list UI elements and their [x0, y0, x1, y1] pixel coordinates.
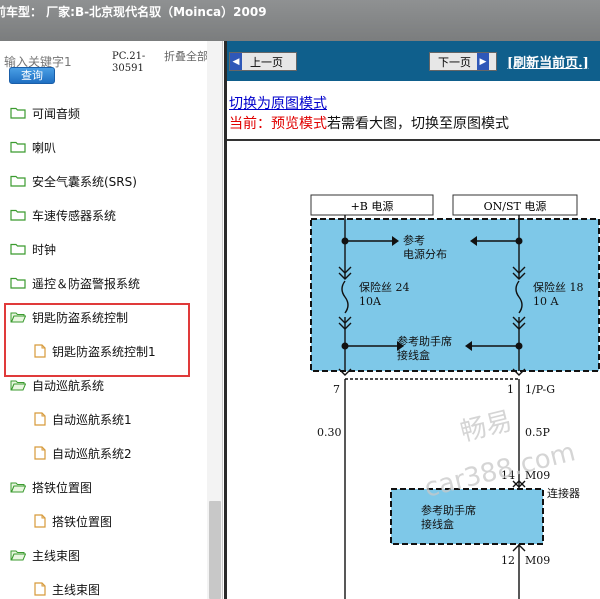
switch-original-mode-link[interactable]: 切换为原图模式 — [229, 93, 327, 113]
tree-item-label: 自动巡航系统2 — [52, 446, 132, 461]
tree-item-label: 主线束图 — [32, 548, 81, 563]
tree-folder-item[interactable]: 遥控＆防盗警报系统 — [10, 271, 140, 295]
folder-icon — [10, 107, 26, 119]
tree-item-label: 搭铁位置图 — [52, 514, 113, 529]
prev-page-button[interactable]: ◀ 上一页 — [229, 52, 297, 71]
tree-folder-item[interactable]: 安全气囊系统(SRS) — [10, 169, 137, 193]
mode-hint: 若需看大图，切换至原图模式 — [327, 116, 509, 132]
tree-folder-item[interactable]: 可闻音频 — [10, 101, 80, 125]
page-nav-bar: ◀ 上一页 下一页 ▶ [刷新当前页.] — [227, 41, 600, 81]
bottom-connector: M09 — [525, 554, 550, 567]
mode-status: 当前：预览模式若需看大图，切换至原图模式 — [229, 113, 509, 133]
document-icon — [34, 514, 46, 528]
next-page-label: 下一页 — [438, 55, 471, 69]
tree-folder-item[interactable]: 时钟 — [10, 237, 56, 261]
refresh-page-link[interactable]: [刷新当前页.] — [507, 52, 589, 71]
junction-dot — [341, 237, 349, 245]
pin-left: 7 — [333, 383, 340, 396]
fuse-right-line1: 保险丝 18 — [533, 280, 584, 294]
arrow-right-icon: ▶ — [477, 53, 489, 70]
selection-highlight — [4, 303, 190, 377]
fuse-right-line2: 10 A — [533, 295, 559, 308]
junction-dot — [341, 342, 349, 350]
folder-icon — [10, 175, 26, 187]
header-right-text: ON/ST 电源 — [484, 199, 547, 213]
junction-dot — [515, 237, 523, 245]
junction-line1: 参考助手席 — [397, 334, 452, 348]
connector-label: 连接器 — [547, 487, 580, 500]
tree-item-label: 搭铁位置图 — [32, 480, 93, 495]
junction-dot — [515, 342, 523, 350]
tree-leaf-item[interactable]: 自动巡航系统1 — [34, 407, 132, 431]
pin-right-color: 1/P-G — [525, 383, 555, 396]
tree-leaf-item[interactable]: 搭铁位置图 — [34, 509, 112, 533]
document-icon — [34, 412, 46, 426]
fuse-left-line2: 10A — [359, 295, 382, 308]
tree-item-label: 自动巡航系统 — [32, 378, 105, 393]
junction2-line2: 接线盒 — [421, 517, 454, 531]
folder-open-icon — [10, 379, 26, 391]
pin-right: 1 — [507, 383, 514, 396]
window-title-bar: 前车型： 厂家:B-北京现代名驭（Moinca）2009 — [0, 0, 600, 41]
bottom-pin: 12 — [501, 554, 515, 567]
folder-icon — [10, 141, 26, 153]
sidebar-scroll-thumb[interactable] — [209, 501, 221, 599]
tree-item-label: 自动巡航系统1 — [52, 412, 132, 427]
tree-folder-item[interactable]: 搭铁位置图 — [10, 475, 92, 499]
tree-leaf-item[interactable]: 主线束图 — [34, 577, 100, 599]
header-left-text: +B 电源 — [351, 199, 394, 213]
wire-right-gauge: 0.5P — [525, 426, 550, 439]
tree-folder-item[interactable]: 车速传感器系统 — [10, 203, 116, 227]
mode-current: 当前：预览模式 — [229, 116, 327, 132]
document-code: PC.21-30591 — [112, 51, 146, 74]
tree-item-label: 时钟 — [32, 242, 57, 257]
tree-folder-item[interactable]: 主线束图 — [10, 543, 80, 567]
ref-power-line2: 电源分布 — [403, 247, 447, 261]
folder-icon — [10, 243, 26, 255]
diagram-headers: +B 电源 ON/ST 电源 — [310, 194, 578, 216]
tree-item-label: 安全气囊系统(SRS) — [32, 174, 137, 189]
folder-icon — [10, 209, 26, 221]
tree-item-label: 喇叭 — [32, 140, 57, 155]
prev-page-label: 上一页 — [250, 55, 283, 69]
tree-leaf-item[interactable]: 自动巡航系统2 — [34, 441, 132, 465]
tree-item-label: 遥控＆防盗警报系统 — [32, 276, 141, 291]
sidebar: 查询 PC.21-30591 折叠全部 可闻音频喇叭安全气囊系统(SRS) 车速传… — [0, 41, 223, 599]
ref-power-line1: 参考 — [403, 233, 425, 247]
folder-open-icon — [10, 549, 26, 561]
wire-left-gauge: 0.30 — [317, 426, 342, 439]
window-title: 前车型： 厂家:B-北京现代名驭（Moinca）2009 — [0, 5, 267, 19]
content-pane: ◀ 上一页 下一页 ▶ [刷新当前页.] 切换为原图模式 当前：预览模式若需看大… — [224, 41, 600, 599]
fuse-left-line1: 保险丝 24 — [359, 280, 410, 294]
document-icon — [34, 582, 46, 596]
collapse-all-link[interactable]: 折叠全部 — [164, 51, 208, 63]
tree-item-label: 车速传感器系统 — [32, 208, 117, 223]
arrow-left-icon: ◀ — [230, 53, 242, 70]
folder-open-icon — [10, 481, 26, 493]
tree-item-label: 主线束图 — [52, 582, 101, 597]
watermark-line1: 畅易 — [457, 406, 515, 448]
wiring-diagram: +B 电源 ON/ST 电源 参考 电源分布 保险丝 24 10A 保险丝 18… — [310, 194, 600, 599]
document-icon — [34, 446, 46, 460]
tree-item-label: 可闻音频 — [32, 106, 81, 121]
search-button[interactable]: 查询 — [9, 67, 55, 84]
tree-folder-item[interactable]: 喇叭 — [10, 135, 56, 159]
junction-line2: 接线盒 — [397, 348, 430, 362]
next-page-button[interactable]: 下一页 ▶ — [429, 52, 497, 71]
junction2-line1: 参考助手席 — [421, 503, 476, 517]
folder-icon — [10, 277, 26, 289]
search-row: 查询 PC.21-30591 折叠全部 — [0, 41, 210, 91]
